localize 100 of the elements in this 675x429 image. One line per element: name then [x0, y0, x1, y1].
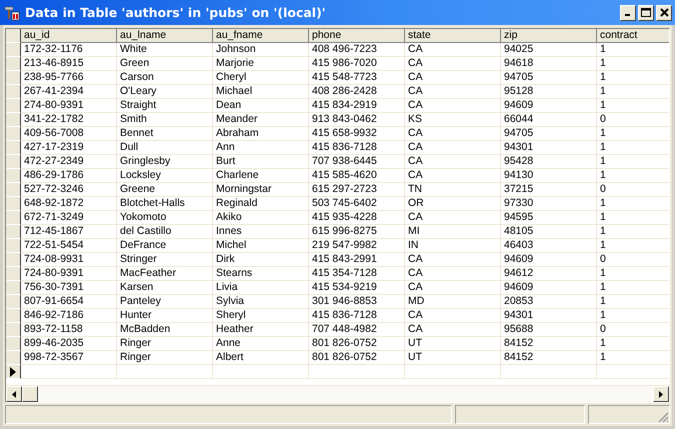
row-header[interactable]: [6, 71, 21, 85]
table-cell: Abraham: [213, 127, 309, 141]
row-header[interactable]: [6, 211, 21, 225]
table-cell: CA: [405, 141, 501, 155]
row-header[interactable]: [6, 85, 21, 99]
row-header[interactable]: [6, 239, 21, 253]
table-cell: Marjorie: [213, 57, 309, 71]
table-cell: UT: [405, 351, 501, 365]
table-cell: 97330: [501, 197, 597, 211]
row-header[interactable]: [6, 267, 21, 281]
table-cell: 1: [597, 267, 669, 281]
table-cell: 84152: [501, 351, 597, 365]
row-header[interactable]: [6, 323, 21, 337]
row-header[interactable]: [6, 57, 21, 71]
table-cell: 0: [597, 113, 669, 127]
table-cell: 1: [597, 337, 669, 351]
row-header[interactable]: [6, 155, 21, 169]
row-header[interactable]: [6, 281, 21, 295]
table-cell: Charlene: [213, 169, 309, 183]
table-cell: Dean: [213, 99, 309, 113]
row-header[interactable]: [6, 113, 21, 127]
table-cell: 94609: [501, 253, 597, 267]
table-cell: 94609: [501, 99, 597, 113]
row-header[interactable]: [6, 183, 21, 197]
table-cell: 94618: [501, 57, 597, 71]
table-cell: 722-51-5454: [21, 239, 117, 253]
column-header[interactable]: zip: [501, 29, 597, 43]
table-cell: Smith: [117, 113, 213, 127]
column-header[interactable]: state: [405, 29, 501, 43]
table-cell: CA: [405, 267, 501, 281]
column-header[interactable]: au_fname: [213, 29, 309, 43]
row-header[interactable]: [6, 365, 21, 379]
column-header[interactable]: phone: [309, 29, 405, 43]
empty-cell[interactable]: [117, 365, 213, 379]
row-header[interactable]: [6, 253, 21, 267]
table-cell: 1: [597, 155, 669, 169]
row-header[interactable]: [6, 43, 21, 57]
table-cell: 707 938-6445: [309, 155, 405, 169]
table-cell: Greene: [117, 183, 213, 197]
table-cell: McBadden: [117, 323, 213, 337]
maximize-button[interactable]: [638, 4, 654, 20]
table-cell: 95128: [501, 85, 597, 99]
table-cell: Stearns: [213, 267, 309, 281]
table-cell: 1: [597, 309, 669, 323]
table-cell: CA: [405, 71, 501, 85]
table-cell: Dull: [117, 141, 213, 155]
column-header[interactable]: au_id: [21, 29, 117, 43]
empty-cell[interactable]: [501, 365, 597, 379]
row-header[interactable]: [6, 295, 21, 309]
table-cell: 1: [597, 239, 669, 253]
table-cell: 94612: [501, 267, 597, 281]
row-header[interactable]: [6, 225, 21, 239]
table-cell: MD: [405, 295, 501, 309]
row-header[interactable]: [6, 99, 21, 113]
table-cell: 415 585-4620: [309, 169, 405, 183]
table-cell: 801 826-0752: [309, 351, 405, 365]
minimize-button[interactable]: [620, 4, 636, 20]
table-cell: 427-17-2319: [21, 141, 117, 155]
empty-cell[interactable]: [405, 365, 501, 379]
table-cell: 1: [597, 197, 669, 211]
scroll-thumb[interactable]: [22, 386, 38, 402]
close-button[interactable]: [656, 4, 672, 20]
row-header[interactable]: [6, 169, 21, 183]
table-cell: 1: [597, 85, 669, 99]
table-cell: 1: [597, 351, 669, 365]
table-cell: CA: [405, 253, 501, 267]
table-cell: 84152: [501, 337, 597, 351]
table-cell: 95688: [501, 323, 597, 337]
table-cell: Johnson: [213, 43, 309, 57]
table-cell: CA: [405, 99, 501, 113]
table-cell: 94595: [501, 211, 597, 225]
scroll-left-button[interactable]: [6, 386, 22, 402]
column-header[interactable]: contract: [597, 29, 669, 43]
table-cell: 20853: [501, 295, 597, 309]
table-cell: Green: [117, 57, 213, 71]
table-cell: Michael: [213, 85, 309, 99]
table-cell: 172-32-1176: [21, 43, 117, 57]
row-header[interactable]: [6, 351, 21, 365]
table-cell: CA: [405, 57, 501, 71]
scroll-right-button[interactable]: [653, 386, 669, 402]
row-header[interactable]: [6, 141, 21, 155]
table-cell: 48105: [501, 225, 597, 239]
row-header[interactable]: [6, 197, 21, 211]
table-cell: CA: [405, 281, 501, 295]
empty-cell[interactable]: [309, 365, 405, 379]
table-cell: 1: [597, 99, 669, 113]
row-header[interactable]: [6, 309, 21, 323]
table-cell: 94609: [501, 281, 597, 295]
table-cell: Straight: [117, 99, 213, 113]
table-cell: 219 547-9982: [309, 239, 405, 253]
row-header[interactable]: [6, 337, 21, 351]
table-cell: 94301: [501, 141, 597, 155]
column-header[interactable]: au_lname: [117, 29, 213, 43]
table-cell: Ringer: [117, 351, 213, 365]
table-cell: CA: [405, 85, 501, 99]
table-cell: 724-08-9931: [21, 253, 117, 267]
table-cell: 712-45-1867: [21, 225, 117, 239]
close-icon: [660, 8, 668, 17]
row-header[interactable]: [6, 127, 21, 141]
empty-cell[interactable]: [213, 365, 309, 379]
